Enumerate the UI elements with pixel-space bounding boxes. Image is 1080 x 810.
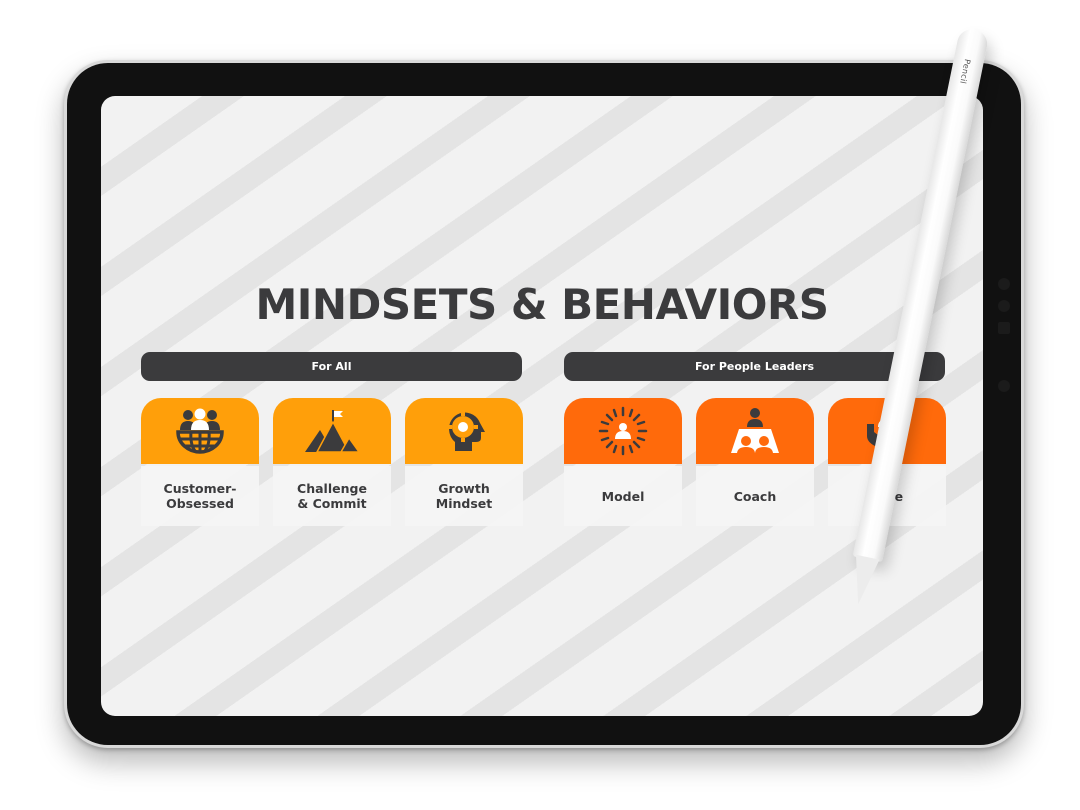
card-customer-obsessed: Customer- Obsessed (141, 398, 259, 526)
slide-screen: MINDSETS & BEHAVIORS For All For People … (101, 96, 983, 716)
card-label: Challenge & Commit (273, 466, 391, 526)
pencil-brand-label: Pencil (958, 58, 972, 85)
card-coach: Coach (696, 398, 814, 526)
card-label: Coach (696, 466, 814, 526)
card-growth-mindset: Growth Mindset (405, 398, 523, 526)
mountain-flag-icon (305, 410, 361, 453)
card-challenge-commit: Challenge & Commit (273, 398, 391, 526)
coach-table-icon (731, 408, 779, 454)
slide-title: MINDSETS & BEHAVIORS (255, 280, 829, 329)
card-label: Customer- Obsessed (141, 466, 259, 526)
card-label: Growth Mindset (405, 466, 523, 526)
tablet-side-controls (996, 270, 1014, 420)
head-gear-icon (448, 412, 485, 451)
group-header-for-all: For All (141, 352, 522, 381)
card-label: Model (564, 466, 682, 526)
pencil-tip (846, 554, 880, 607)
group-header-for-people-leaders: For People Leaders (564, 352, 945, 381)
person-radiant-icon (598, 406, 648, 456)
people-globe-icon (176, 408, 224, 454)
card-model: Model (564, 398, 682, 526)
